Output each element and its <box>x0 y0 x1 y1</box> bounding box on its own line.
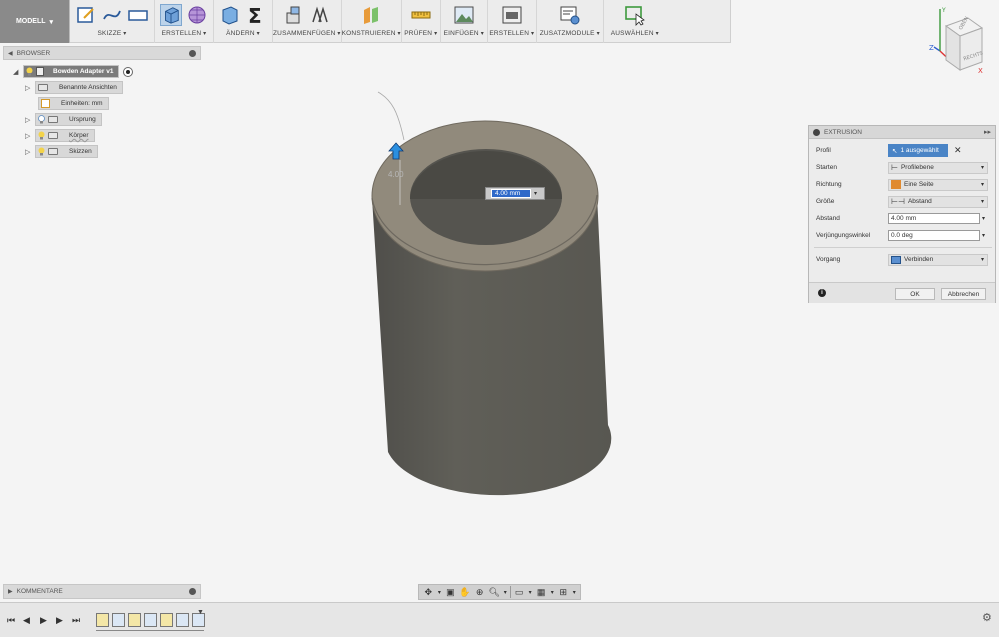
timeline-marker-icon[interactable]: ▼ <box>197 609 204 616</box>
taper-angle-input[interactable]: 0.0 deg <box>888 230 980 241</box>
zoom-icon[interactable]: ⊕ <box>473 586 486 598</box>
profile-selection-value: 1 ausgewählt <box>900 147 939 154</box>
axis-z-label: Z <box>929 44 934 52</box>
collapse-icon[interactable] <box>813 128 820 136</box>
cursor-icon: ↖ <box>892 147 898 155</box>
pan-icon[interactable]: ✋ <box>459 586 472 598</box>
play-icon[interactable]: ▶︎ <box>40 615 47 626</box>
expand-arrows-icon[interactable]: ▸▸ <box>984 128 991 136</box>
row-label: Richtung <box>816 181 842 188</box>
dialog-footer: i OK Abbrechen <box>809 282 995 303</box>
gear-icon[interactable]: ⚙ <box>982 611 992 624</box>
row-start: Starten ⊢ Profilebene ▾ <box>809 161 995 174</box>
timeline-extrude-feature[interactable] <box>112 613 125 627</box>
go-to-start-icon[interactable]: ⏮ <box>7 615 15 626</box>
timeline-track <box>96 630 204 631</box>
go-to-end-icon[interactable]: ⏭ <box>72 615 80 626</box>
distance-input[interactable]: 4.00 mm <box>888 213 980 224</box>
chevron-down-icon: ▾ <box>980 257 984 263</box>
row-label: Profil <box>816 147 831 154</box>
chevron-down-icon[interactable]: ▾ <box>534 190 537 197</box>
divider <box>814 247 992 248</box>
dimension-label: 4.00 <box>388 170 404 179</box>
profile-selection-button[interactable]: ↖ 1 ausgewählt <box>888 144 948 157</box>
direction-select[interactable]: Eine Seite ▾ <box>888 178 988 191</box>
timeline-sketch-feature[interactable] <box>96 613 109 627</box>
look-at-icon[interactable]: ▣ <box>444 586 457 598</box>
cylinder-body[interactable] <box>371 120 612 496</box>
start-select[interactable]: ⊢ Profilebene ▾ <box>888 161 988 174</box>
display-settings-icon[interactable]: ▭ <box>513 586 526 598</box>
chevron-down-icon[interactable]: ▾ <box>982 215 985 222</box>
extent-select[interactable]: ⊢⊣ Abstand ▾ <box>888 195 988 208</box>
timeline-extrude-feature[interactable] <box>144 613 157 627</box>
extent-select-value: Abstand <box>907 198 932 205</box>
dimension-input[interactable]: 4.00 mm ▾ <box>485 187 545 200</box>
row-profile: Profil ↖ 1 ausgewählt ✕ <box>809 144 995 157</box>
axis-y-label: Y <box>941 7 946 14</box>
viewports-icon[interactable]: ⊞ <box>557 586 570 598</box>
timeline-sketch-feature[interactable] <box>128 613 141 627</box>
profile-plane-icon: ⊢ <box>891 163 898 172</box>
dialog-title: EXTRUSION <box>824 128 862 136</box>
row-label: Starten <box>816 164 837 171</box>
ok-button[interactable]: OK <box>895 288 935 300</box>
row-distance: Abstand 4.00 mm ▾ <box>809 212 995 225</box>
row-label: Vorgang <box>816 256 841 263</box>
row-taper: Verjüngungswinkel 0.0 deg ▾ <box>809 229 995 242</box>
distance-icon: ⊢⊣ <box>891 197 905 206</box>
start-select-value: Profilebene <box>900 164 934 171</box>
viewport-canvas[interactable] <box>0 0 999 637</box>
add-comment-icon[interactable] <box>189 588 196 595</box>
divider <box>509 586 511 598</box>
timeline-extrude-feature[interactable] <box>176 613 189 627</box>
one-side-icon <box>891 180 901 189</box>
timeline: ⏮ ◀︎ ▶︎ ▶︎ ⏭ ▼ <box>0 602 999 637</box>
operation-select-value: Verbinden <box>904 256 934 263</box>
fit-icon[interactable]: 🔍︎ <box>488 586 501 598</box>
row-extent: Größe ⊢⊣ Abstand ▾ <box>809 195 995 208</box>
orbit-icon[interactable]: ✥ <box>422 586 435 598</box>
navigation-bar: ✥ ▾ ▣ ✋ ⊕ 🔍︎ ▾ ▭ ▾ ▦ ▾ ⊞ ▾ <box>418 584 581 600</box>
dimension-leader-line <box>377 91 405 141</box>
step-back-icon[interactable]: ◀︎ <box>23 615 30 626</box>
expand-triangle-icon[interactable]: ▶ <box>8 588 13 595</box>
dialog-header[interactable]: EXTRUSION ▸▸ <box>809 126 995 139</box>
step-forward-icon[interactable]: ▶︎ <box>56 615 63 626</box>
row-label: Abstand <box>816 215 840 222</box>
join-icon <box>891 255 901 264</box>
chevron-down-icon[interactable]: ▾ <box>550 586 555 598</box>
dimension-input-value[interactable]: 4.00 mm <box>491 189 531 198</box>
chevron-down-icon: ▾ <box>980 199 984 205</box>
comments-title: KOMMENTARE <box>16 588 63 595</box>
chevron-down-icon[interactable]: ▾ <box>437 586 442 598</box>
close-icon[interactable]: ✕ <box>954 145 962 156</box>
grid-icon[interactable]: ▦ <box>535 586 548 598</box>
timeline-sketch-feature[interactable] <box>160 613 173 627</box>
viewcube[interactable]: OBEN RECHTS Z X Y <box>926 6 986 78</box>
chevron-down-icon: ▾ <box>980 165 984 171</box>
row-label: Verjüngungswinkel <box>816 232 871 239</box>
row-direction: Richtung Eine Seite ▾ <box>809 178 995 191</box>
axis-x-label: X <box>978 67 983 75</box>
operation-select[interactable]: Verbinden ▾ <box>888 253 988 266</box>
comments-panel-header[interactable]: ▶ KOMMENTARE <box>3 584 201 599</box>
chevron-down-icon[interactable]: ▾ <box>982 232 985 239</box>
info-icon[interactable]: i <box>818 289 826 297</box>
cancel-button[interactable]: Abbrechen <box>941 288 986 300</box>
chevron-down-icon[interactable]: ▾ <box>503 586 508 598</box>
row-operation: Vorgang Verbinden ▾ <box>809 253 995 266</box>
row-label: Größe <box>816 198 835 205</box>
chevron-down-icon[interactable]: ▾ <box>572 586 577 598</box>
extrude-dialog: EXTRUSION ▸▸ Profil ↖ 1 ausgewählt ✕ Sta… <box>808 125 996 303</box>
direction-select-value: Eine Seite <box>904 181 934 188</box>
chevron-down-icon[interactable]: ▾ <box>527 586 532 598</box>
chevron-down-icon: ▾ <box>980 182 984 188</box>
